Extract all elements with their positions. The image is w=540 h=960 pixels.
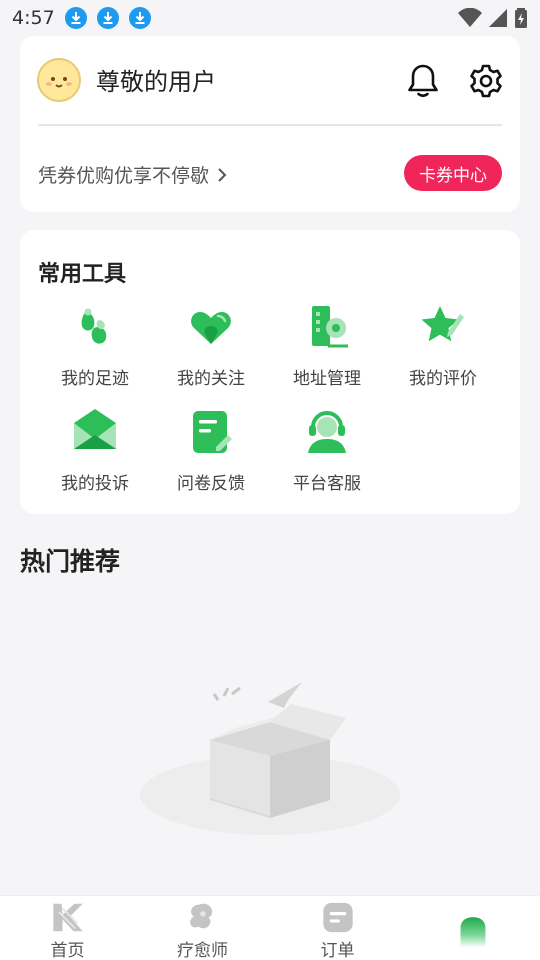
- tool-review[interactable]: 我的评价: [385, 302, 501, 396]
- status-bar: 4:57: [0, 0, 540, 36]
- tools-title: 常用工具: [38, 262, 127, 287]
- heart-icon: [191, 312, 231, 344]
- chevron-right-icon: [218, 167, 227, 182]
- review-star-icon: [421, 306, 464, 342]
- card-divider: [38, 124, 502, 126]
- download-notification-icon: [64, 7, 87, 29]
- tab-label: 订单: [320, 941, 355, 960]
- tab-order[interactable]: 订单: [270, 896, 405, 960]
- tools-card: 常用工具 我的足迹 我的关注 地址管理 我的评价 我的投诉 问卷反馈 平台客服: [20, 230, 520, 514]
- coupon-promo-text: 凭券优购优享不停歇: [38, 165, 210, 187]
- survey-note-icon: [193, 411, 232, 453]
- download-notification-icon: [96, 7, 119, 29]
- tool-label: 平台客服: [293, 474, 361, 494]
- signal-icon: [489, 9, 507, 27]
- order-icon: [322, 902, 353, 933]
- home-logo-icon: [52, 903, 83, 932]
- tool-label: 我的评价: [409, 369, 477, 389]
- download-notification-icon: [128, 7, 151, 29]
- tool-label: 我的投诉: [61, 474, 129, 494]
- empty-box-illustration-icon: [140, 682, 400, 835]
- therapist-icon: [189, 903, 212, 929]
- tool-address[interactable]: 地址管理: [269, 302, 385, 396]
- gear-icon[interactable]: [468, 63, 504, 103]
- avatar-face-icon: [46, 77, 72, 88]
- bottom-tab-bar: 首页 疗愈师 订单: [0, 895, 540, 960]
- tab-mine[interactable]: [405, 896, 540, 960]
- coupon-center-button[interactable]: 卡券中心: [404, 155, 502, 191]
- battery-icon: [515, 8, 527, 28]
- tab-home[interactable]: 首页: [0, 896, 135, 960]
- tool-survey[interactable]: 问卷反馈: [153, 407, 269, 501]
- user-card: 尊敬的用户 凭券优购优享不停歇 卡券中心: [20, 36, 520, 212]
- wifi-icon: [458, 8, 482, 27]
- tool-follow[interactable]: 我的关注: [153, 302, 269, 396]
- bell-icon[interactable]: [406, 63, 440, 103]
- user-name[interactable]: 尊敬的用户: [96, 62, 216, 97]
- tool-footprint[interactable]: 我的足迹: [37, 302, 153, 396]
- tool-label: 问卷反馈: [177, 474, 245, 494]
- footprint-icon: [81, 308, 107, 344]
- address-icon: [312, 306, 348, 348]
- complaint-envelope-icon: [74, 409, 116, 449]
- hot-recommend-title: 热门推荐: [20, 547, 121, 576]
- tool-label: 地址管理: [293, 369, 361, 389]
- mine-icon: [460, 917, 485, 948]
- status-time: 4:57: [12, 7, 55, 29]
- tool-label: 我的足迹: [61, 369, 129, 389]
- tab-label: 疗愈师: [177, 941, 228, 960]
- avatar[interactable]: [37, 58, 81, 102]
- coupon-promo-link[interactable]: 凭券优购优享不停歇: [38, 161, 227, 188]
- tab-label: 首页: [50, 941, 85, 960]
- customer-service-icon: [308, 411, 346, 453]
- tab-therapist[interactable]: 疗愈师: [135, 896, 270, 960]
- tool-label: 我的关注: [177, 369, 245, 389]
- tool-customer-service[interactable]: 平台客服: [269, 407, 385, 501]
- tool-complaint[interactable]: 我的投诉: [37, 407, 153, 501]
